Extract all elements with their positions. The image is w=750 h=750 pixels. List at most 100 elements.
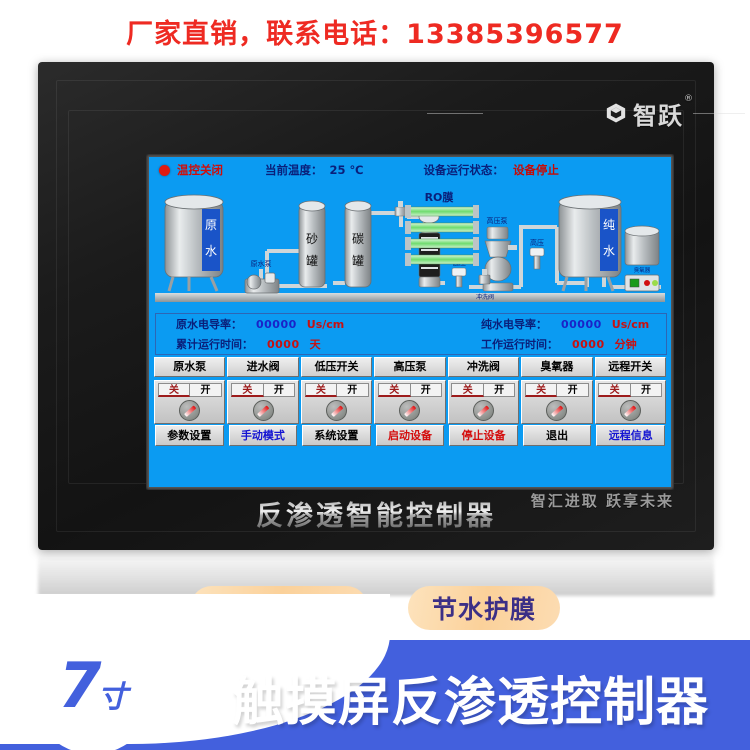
menu-bar: 参数设置 手动模式 系统设置 启动设备 停止设备 退出 远程信息 [155,425,665,446]
menu-manual-mode[interactable]: 手动模式 [228,425,298,446]
lcd-frame: 温控关闭 当前温度： 25 ℃ 设备运行状态： 设备停止 原 水 原水泵 砂 罐… [146,154,674,490]
svg-text:砂: 砂 [306,232,318,246]
control-body[interactable]: 关 开 [374,380,446,424]
control-body[interactable]: 关 开 [227,380,299,424]
size-number: 7 [58,649,101,722]
menu-start-device[interactable]: 启动设备 [375,425,445,446]
brand-slogan: 智汇进取 跃享未来 [530,492,674,510]
readout-raw-conductivity: 原水电导率： 00000 Us/cm [156,316,411,332]
control-tabs[interactable]: 关 开 [524,383,589,397]
control-title: 臭氧器 [521,357,593,377]
brand-logo: 智跃 ® [427,94,745,130]
control-tabs[interactable]: 关 开 [231,383,296,397]
current-temp-value: 25 ℃ [329,163,364,177]
size-badge-text: 7 寸 [58,655,127,717]
readout-value: 00000 [256,317,297,331]
svg-text:RO膜: RO膜 [425,190,454,204]
readout-work-runtime: 工作运行时间： 0000 分钟 [411,336,666,352]
svg-text:碳: 碳 [352,232,364,246]
control-flush-valve[interactable]: 冲洗阀 关 开 [447,357,520,424]
rotary-knob-icon[interactable] [472,400,494,421]
control-tabs[interactable]: 关 开 [451,383,516,397]
rotary-knob-icon[interactable] [546,400,568,421]
readout-value: 0000 [572,337,605,351]
rotary-knob-icon[interactable] [179,400,201,421]
run-state-value: 设备停止 [512,163,559,177]
readout-unit: Us/cm [611,317,650,331]
readout-unit: 天 [309,338,321,351]
control-off-tab[interactable]: 关 [524,383,558,397]
readout-value: 00000 [561,317,602,331]
control-title: 冲洗阀 [447,357,520,377]
menu-exit[interactable]: 退出 [522,425,592,446]
svg-text:高压泵: 高压泵 [487,216,508,225]
control-on-tab[interactable]: 开 [263,383,296,397]
rotary-knob-icon[interactable] [399,400,421,421]
control-body[interactable]: 关 开 [300,380,373,424]
control-ozone-generator[interactable]: 臭氧器 关 开 [521,357,593,424]
control-low-pressure-switch[interactable]: 低压开关 关 开 [300,357,373,424]
control-raw-water-pump[interactable]: 原水泵 关 开 [154,357,226,424]
menu-remote-info[interactable]: 远程信息 [596,425,665,446]
control-title: 高压泵 [374,357,446,377]
control-on-tab[interactable]: 开 [483,383,516,397]
control-inlet-valve[interactable]: 进水阀 关 开 [227,357,299,424]
readout-unit: 分钟 [614,338,637,351]
svg-text:纯: 纯 [603,218,615,232]
screenshot-root: 厂家直销，联系电话：13385396577 智跃 ® 温控关闭 当前温度： 25… [0,0,750,750]
control-body[interactable]: 关 开 [447,380,520,424]
control-off-tab[interactable]: 关 [378,383,411,397]
menu-stop-device[interactable]: 停止设备 [449,425,518,446]
control-high-pressure-pump[interactable]: 高压泵 关 开 [374,357,446,424]
menu-system-settings[interactable]: 系统设置 [302,425,371,446]
control-off-tab[interactable]: 关 [598,383,631,397]
svg-text:原: 原 [205,218,217,232]
control-body[interactable]: 关 开 [154,380,226,424]
control-tabs[interactable]: 关 开 [157,383,222,397]
readout-total-runtime: 累计运行时间： 0000 天 [156,336,411,352]
readout-panel: 原水电导率： 00000 Us/cm 纯水电导率： 00000 Us/cm 累计… [155,313,667,355]
process-flow-diagram: 原 水 原水泵 砂 罐 碳 罐 高压泵 高压 RO膜 冲洗阀 纯 水 臭氧器 [149,183,671,311]
registered-mark: ® [684,93,694,104]
control-off-tab[interactable]: 关 [157,383,191,397]
control-tabs[interactable]: 关 开 [378,383,442,397]
readout-label: 工作运行时间： [481,338,558,351]
rotary-knob-icon[interactable] [326,400,348,421]
control-on-tab[interactable]: 开 [190,383,222,397]
controller-device: 智跃 ® 温控关闭 当前温度： 25 ℃ 设备运行状态： 设备停止 原 水 原水… [38,62,745,550]
control-title: 远程开关 [594,357,666,377]
control-body[interactable]: 关 开 [521,380,593,424]
brand-name-text: 智跃 [633,101,683,130]
readout-label: 纯水电导率： [481,318,547,331]
size-unit: 寸 [97,680,128,715]
svg-text:罐: 罐 [306,254,318,268]
control-remote-switch[interactable]: 远程开关 关 开 [594,357,666,424]
hmi-screen[interactable]: 温控关闭 当前温度： 25 ℃ 设备运行状态： 设备停止 原 水 原水泵 砂 罐… [149,157,671,487]
control-body[interactable]: 关 开 [594,380,666,424]
banner-title: 触摸屏反渗透控制器 [232,672,710,733]
readout-unit: Us/cm [306,317,345,331]
svg-text:水: 水 [603,244,615,258]
rotary-knob-icon[interactable] [619,400,641,421]
control-title: 进水阀 [227,357,299,377]
temp-control-status: 温控关闭 [177,163,223,177]
logo-rule-left [427,113,483,114]
control-on-tab[interactable]: 开 [410,383,442,397]
control-off-tab[interactable]: 关 [304,383,338,397]
cube-icon [605,102,627,124]
control-tabs[interactable]: 关 开 [304,383,369,397]
rotary-knob-icon[interactable] [252,400,274,421]
control-on-tab[interactable]: 开 [557,383,589,397]
promo-strip: 厂家直销，联系电话：13385396577 [0,0,750,62]
readout-value: 0000 [267,337,300,351]
control-tabs[interactable]: 关 开 [598,383,663,397]
control-off-tab[interactable]: 关 [231,383,264,397]
menu-parameter-settings[interactable]: 参数设置 [155,425,224,446]
run-state-label: 设备运行状态： [423,163,504,177]
bottom-banner: 7 寸 触摸屏反渗透控制器 [0,594,750,750]
logo-rule-right [693,113,745,114]
svg-text:冲洗阀: 冲洗阀 [476,293,494,301]
control-on-tab[interactable]: 开 [630,383,663,397]
control-off-tab[interactable]: 关 [451,383,484,397]
control-on-tab[interactable]: 开 [337,383,369,397]
